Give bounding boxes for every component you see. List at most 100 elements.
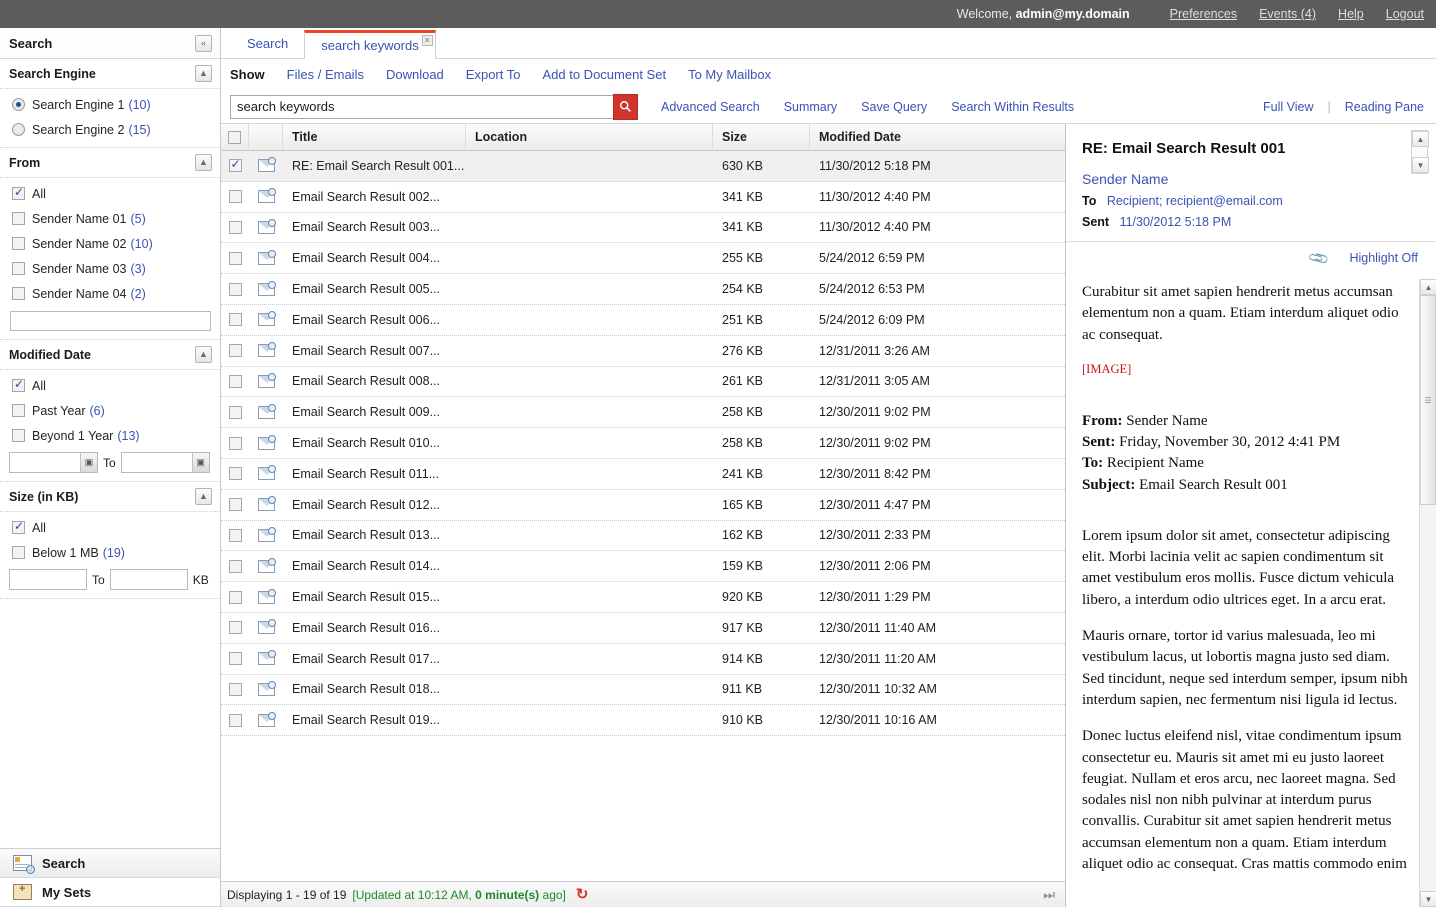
link-export-to[interactable]: Export To xyxy=(466,67,521,82)
checkbox-from-all[interactable]: All xyxy=(0,181,220,206)
chevron-up-icon-from[interactable]: ▲ xyxy=(195,154,212,171)
checkbox-icon[interactable] xyxy=(12,212,25,225)
refresh-icon[interactable]: ↻ xyxy=(576,887,589,902)
cell-title[interactable]: Email Search Result 003... xyxy=(283,213,466,243)
date-to-field[interactable]: ▣ xyxy=(120,452,210,473)
checkbox-date-all[interactable]: All xyxy=(0,373,220,398)
cell-title[interactable]: Email Search Result 018... xyxy=(283,675,466,705)
column-title[interactable]: Title xyxy=(283,124,466,150)
checkbox-icon-checked[interactable] xyxy=(12,185,25,200)
chevron-up-icon-modified-date[interactable]: ▲ xyxy=(195,346,212,363)
row-checkbox[interactable] xyxy=(228,436,242,450)
row-checkbox-cell[interactable] xyxy=(221,459,249,489)
help-link[interactable]: Help xyxy=(1338,7,1364,21)
table-row[interactable]: Email Search Result 010... 258 KB 12/30/20… xyxy=(221,428,1065,459)
radio-icon-off[interactable] xyxy=(12,123,25,136)
table-row[interactable]: Email Search Result 003... 341 KB 11/30/20… xyxy=(221,213,1065,244)
checkbox-icon[interactable] xyxy=(12,237,25,250)
checkbox-icon-checked[interactable] xyxy=(12,377,25,392)
checkbox-beyond-1-year[interactable]: Beyond 1 Year (13) xyxy=(0,423,220,448)
checkbox-icon-checked[interactable] xyxy=(12,519,25,534)
link-search-within-results[interactable]: Search Within Results xyxy=(951,100,1074,114)
checkbox-sender-04[interactable]: Sender Name 04 (2) xyxy=(0,281,220,306)
checkbox-icon[interactable] xyxy=(12,404,25,417)
link-reading-pane[interactable]: Reading Pane xyxy=(1345,100,1424,114)
paperclip-icon[interactable]: 📎 xyxy=(1307,246,1331,270)
row-checkbox[interactable] xyxy=(228,344,242,358)
cell-title[interactable]: Email Search Result 008... xyxy=(283,367,466,397)
table-row[interactable]: Email Search Result 008... 261 KB 12/31/20… xyxy=(221,367,1065,398)
row-checkbox[interactable] xyxy=(228,559,242,573)
cell-title[interactable]: Email Search Result 006... xyxy=(283,305,466,335)
checkbox-icon[interactable] xyxy=(12,262,25,275)
table-row[interactable]: Email Search Result 004... 255 KB 5/24/201… xyxy=(221,243,1065,275)
preferences-link[interactable]: Preferences xyxy=(1170,7,1237,21)
table-row[interactable]: Email Search Result 019... 910 KB 12/30/20… xyxy=(221,705,1065,737)
table-row[interactable]: Email Search Result 002... 341 KB 11/30/20… xyxy=(221,182,1065,213)
cell-title[interactable]: Email Search Result 009... xyxy=(283,397,466,427)
row-checkbox-cell[interactable] xyxy=(221,551,249,581)
radio-search-engine-1[interactable]: Search Engine 1 (10) xyxy=(0,92,220,117)
cell-title[interactable]: Email Search Result 019... xyxy=(283,705,466,735)
row-checkbox[interactable] xyxy=(228,713,242,727)
row-checkbox[interactable] xyxy=(228,621,242,635)
row-checkbox-cell[interactable] xyxy=(221,613,249,643)
row-checkbox[interactable] xyxy=(228,313,242,327)
row-checkbox[interactable] xyxy=(228,220,242,234)
scroll-up-button[interactable]: ▲ xyxy=(1420,279,1436,295)
size-from-input[interactable] xyxy=(9,569,87,590)
sidebar-item-search[interactable]: Search xyxy=(0,849,220,878)
last-page-icon[interactable]: ⏭ xyxy=(1043,887,1055,903)
row-checkbox[interactable] xyxy=(228,590,242,604)
scroll-down-button[interactable]: ▼ xyxy=(1412,157,1429,173)
logout-link[interactable]: Logout xyxy=(1386,7,1424,21)
link-to-my-mailbox[interactable]: To My Mailbox xyxy=(688,67,771,82)
row-checkbox[interactable] xyxy=(228,157,242,173)
row-checkbox-cell[interactable] xyxy=(221,182,249,212)
table-row[interactable]: Email Search Result 015... 920 KB 12/30/20… xyxy=(221,582,1065,613)
row-checkbox-cell[interactable] xyxy=(221,644,249,674)
table-row[interactable]: Email Search Result 005... 254 KB 5/24/201… xyxy=(221,274,1065,305)
cell-title[interactable]: Email Search Result 002... xyxy=(283,182,466,212)
checkbox-below-1mb[interactable]: Below 1 MB (19) xyxy=(0,540,220,565)
cell-title[interactable]: Email Search Result 012... xyxy=(283,490,466,520)
row-checkbox-cell[interactable] xyxy=(221,274,249,304)
cell-title[interactable]: Email Search Result 004... xyxy=(283,243,466,273)
chevron-up-icon-size[interactable]: ▲ xyxy=(195,488,212,505)
row-checkbox[interactable] xyxy=(228,282,242,296)
cell-title[interactable]: Email Search Result 010... xyxy=(283,428,466,458)
link-download[interactable]: Download xyxy=(386,67,444,82)
checkbox-sender-03[interactable]: Sender Name 03 (3) xyxy=(0,256,220,281)
checkbox-sender-02[interactable]: Sender Name 02 (10) xyxy=(0,231,220,256)
row-checkbox-cell[interactable] xyxy=(221,582,249,612)
row-checkbox[interactable] xyxy=(228,190,242,204)
select-all-checkbox[interactable] xyxy=(228,130,241,144)
link-add-to-document-set[interactable]: Add to Document Set xyxy=(542,67,666,82)
checkbox-size-all[interactable]: All xyxy=(0,515,220,540)
row-checkbox-cell[interactable] xyxy=(221,490,249,520)
collapse-sidebar-icon[interactable]: « xyxy=(195,34,212,52)
calendar-icon[interactable]: ▣ xyxy=(80,453,97,472)
link-summary[interactable]: Summary xyxy=(784,100,837,114)
select-all-cell[interactable] xyxy=(221,124,249,150)
link-advanced-search[interactable]: Advanced Search xyxy=(661,100,760,114)
close-icon[interactable]: ✕ xyxy=(421,35,433,46)
events-link[interactable]: Events (4) xyxy=(1259,7,1316,21)
cell-title[interactable]: Email Search Result 011... xyxy=(283,459,466,489)
search-input[interactable] xyxy=(230,94,614,119)
row-checkbox-cell[interactable] xyxy=(221,521,249,551)
row-checkbox[interactable] xyxy=(228,528,242,542)
radio-icon-on[interactable] xyxy=(12,98,25,111)
highlight-toggle-link[interactable]: Highlight Off xyxy=(1349,251,1418,265)
row-checkbox[interactable] xyxy=(228,467,242,481)
row-checkbox-cell[interactable] xyxy=(221,428,249,458)
table-row[interactable]: Email Search Result 012... 165 KB 12/30/20… xyxy=(221,490,1065,521)
chevron-up-icon-search-engine[interactable]: ▲ xyxy=(195,65,212,82)
row-checkbox-cell[interactable] xyxy=(221,675,249,705)
row-checkbox[interactable] xyxy=(228,652,242,666)
column-size[interactable]: Size xyxy=(713,124,810,150)
table-row[interactable]: Email Search Result 006... 251 KB 5/24/201… xyxy=(221,305,1065,336)
link-full-view[interactable]: Full View xyxy=(1263,100,1313,114)
email-sender[interactable]: Sender Name xyxy=(1082,171,1418,187)
date-from-field[interactable]: ▣ xyxy=(9,452,98,473)
